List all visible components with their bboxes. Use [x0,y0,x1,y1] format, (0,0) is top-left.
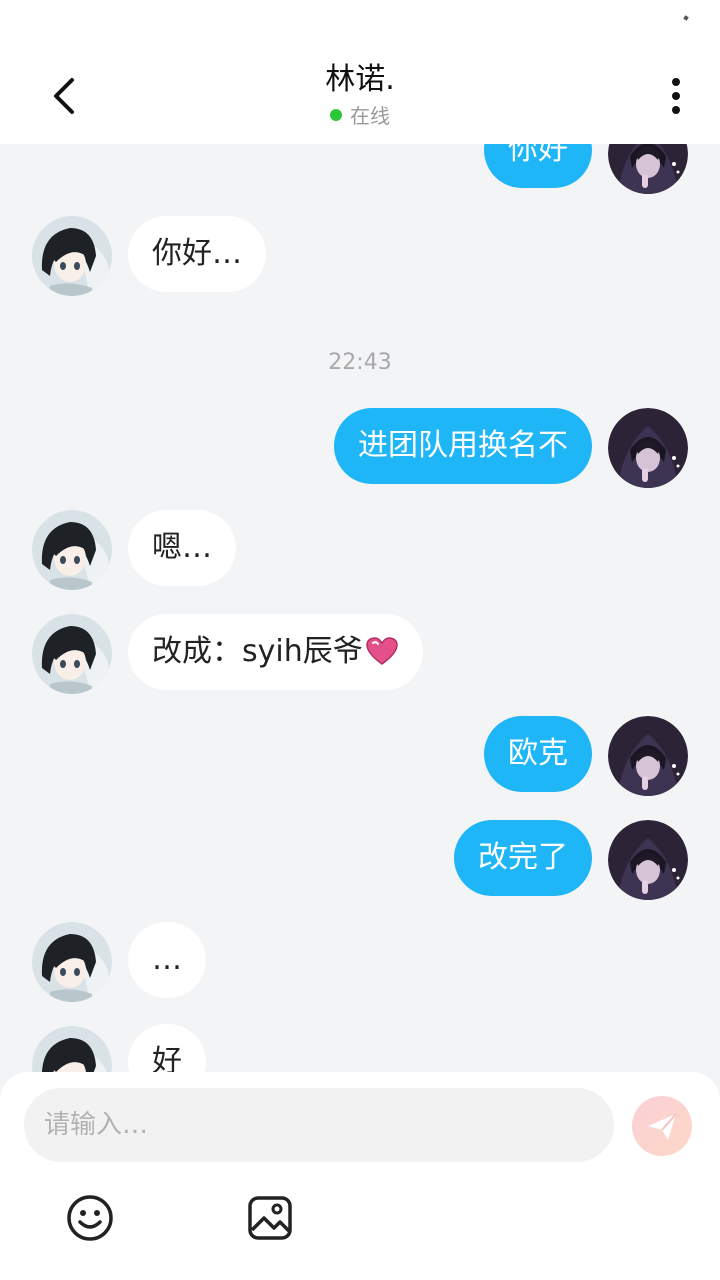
message-bubble-incoming[interactable]: 改成：syih辰爷 [128,614,423,690]
image-icon [248,1196,292,1240]
my-avatar-image [608,144,688,194]
message-bubble-outgoing[interactable]: 你好 [484,144,592,188]
more-vertical-icon [672,78,680,114]
contact-name: 林诺. [325,62,395,97]
my-avatar[interactable] [608,716,688,796]
online-dot [330,108,342,121]
my-avatar-image [608,716,688,796]
heart-emoji-icon [365,636,398,665]
contact-avatar[interactable] [32,216,112,296]
message-input[interactable] [24,1088,614,1162]
message-bubble-incoming[interactable]: … [128,922,206,998]
message-bubble-incoming[interactable]: 你好… [128,216,266,292]
message-list[interactable]: 你好 你好… 22:43 进团队用换名不 嗯… 改成：syih辰爷 欧克 改完了… [0,144,720,1072]
message-bubble-outgoing[interactable]: 改完了 [454,820,592,896]
contact-avatar[interactable] [32,614,112,694]
contact-avatar[interactable] [32,922,112,1002]
my-avatar-image [608,408,688,488]
message-bubble-outgoing[interactable]: 欧克 [484,716,592,792]
contact-info: 林诺. 在线 [0,62,720,129]
contact-avatar[interactable] [32,510,112,590]
message-bubble-outgoing[interactable]: 进团队用换名不 [334,408,592,484]
send-icon [648,1113,677,1140]
more-button[interactable] [660,76,692,116]
my-avatar[interactable] [608,408,688,488]
message-text: 改成：syih辰爷 [152,634,363,669]
smile-icon [67,1195,113,1241]
chat-header: 林诺. 在线 [0,0,720,144]
contact-avatar-image [32,510,112,590]
status-bar-mark [683,15,689,21]
message-composer [0,1072,720,1280]
emoji-button[interactable] [66,1194,114,1242]
image-button[interactable] [246,1194,294,1242]
my-avatar-image [608,820,688,900]
contact-avatar[interactable] [32,1026,112,1072]
my-avatar[interactable] [608,144,688,194]
my-avatar[interactable] [608,820,688,900]
message-timestamp: 22:43 [328,350,392,375]
message-bubble-incoming[interactable]: 嗯… [128,510,236,586]
send-button[interactable] [632,1096,692,1156]
contact-avatar-image [32,614,112,694]
online-status: 在线 [0,100,720,129]
status-text: 在线 [350,104,390,128]
contact-avatar-image [32,216,112,296]
contact-avatar-image [32,1026,112,1072]
message-bubble-incoming[interactable]: 好 [128,1024,206,1072]
contact-avatar-image [32,922,112,1002]
